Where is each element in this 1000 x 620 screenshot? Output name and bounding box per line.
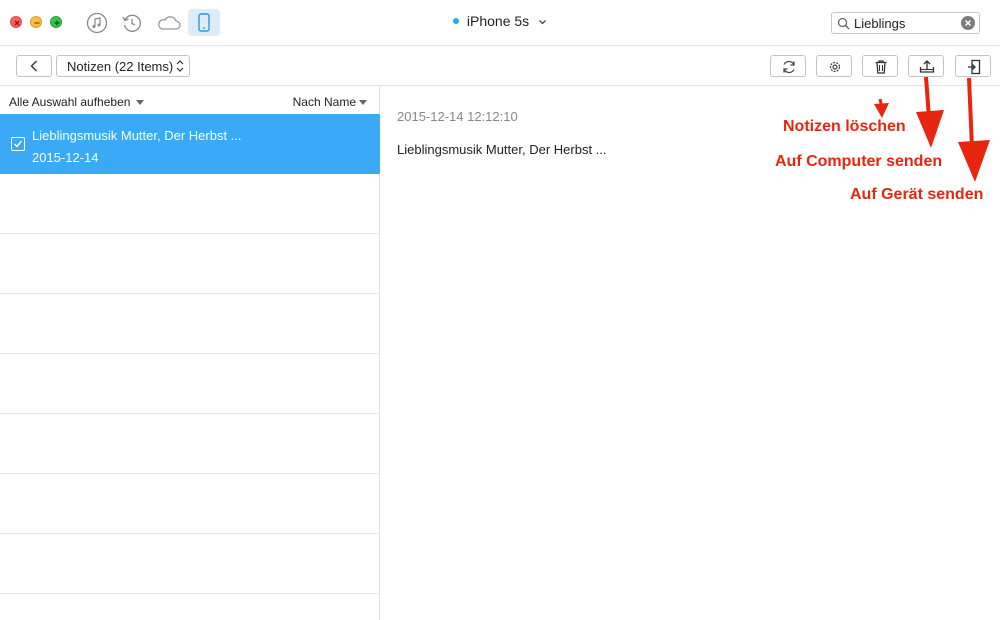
category-label: Notizen (22 Items) [67, 59, 174, 74]
item-checkbox[interactable] [11, 137, 25, 151]
close-icon [14, 20, 20, 26]
note-text: Lieblingsmusik Mutter, Der Herbst ... [397, 142, 607, 157]
import-to-device-button[interactable] [955, 55, 991, 77]
annotation-to-device: Auf Gerät senden [850, 186, 984, 203]
device-button[interactable] [188, 9, 220, 36]
list-header: Alle Auswahl aufheben Nach Name [0, 86, 380, 114]
export-to-computer-icon [919, 60, 935, 73]
import-to-device-icon [968, 59, 981, 75]
device-connected-dot [452, 18, 459, 25]
chevron-left-icon [30, 60, 37, 72]
item-date: 2015-12-14 [32, 150, 99, 165]
list-item[interactable]: Lieblingsmusik Mutter, Der Herbst ... 20… [0, 114, 380, 174]
delete-button[interactable] [862, 55, 898, 77]
checkmark-icon [14, 140, 23, 148]
device-dropdown[interactable]: iPhone 5s [452, 13, 547, 29]
trash-icon [875, 60, 887, 74]
chevron-down-icon [539, 20, 547, 25]
search-icon [837, 17, 850, 30]
clear-search-button[interactable] [961, 16, 975, 30]
clear-icon [964, 19, 972, 27]
caret-down-icon [359, 100, 367, 106]
backup-button[interactable] [120, 11, 144, 35]
gear-icon [829, 61, 841, 73]
annotation-delete: Notizen löschen [783, 118, 906, 135]
category-select[interactable]: Notizen (22 Items) [56, 55, 190, 77]
empty-row [0, 174, 380, 234]
caret-down-icon [136, 100, 145, 106]
music-note-icon [86, 12, 108, 34]
deselect-all-dropdown[interactable]: Alle Auswahl aufheben [9, 95, 145, 109]
maximize-icon [54, 20, 60, 26]
refresh-icon [783, 60, 795, 74]
annotation-to-computer: Auf Computer senden [775, 153, 943, 170]
toolbar: Notizen (22 Items) [0, 46, 1000, 86]
minimize-window-button[interactable] [30, 16, 42, 28]
notes-list-pane: Alle Auswahl aufheben Nach Name Liebling… [0, 86, 380, 620]
empty-row [0, 534, 380, 594]
empty-row [0, 354, 380, 414]
search-box [831, 12, 980, 34]
history-icon [122, 14, 141, 32]
updown-arrows-icon [176, 60, 184, 72]
search-input[interactable] [854, 15, 959, 31]
close-window-button[interactable] [10, 16, 22, 28]
empty-row [0, 474, 380, 534]
maximize-window-button[interactable] [50, 16, 62, 28]
icloud-button[interactable] [155, 11, 183, 35]
empty-row [0, 234, 380, 294]
export-to-computer-button[interactable] [908, 55, 944, 77]
empty-row [0, 414, 380, 474]
settings-button[interactable] [816, 55, 852, 77]
sort-label: Nach Name [292, 95, 356, 109]
back-button[interactable] [16, 55, 52, 77]
note-timestamp: 2015-12-14 12:12:10 [397, 109, 518, 124]
title-bar: iPhone 5s [0, 0, 1000, 46]
cloud-icon [158, 16, 181, 30]
sort-dropdown[interactable]: Nach Name [293, 95, 367, 109]
deselect-all-label: Alle Auswahl aufheben [9, 95, 131, 109]
device-name: iPhone 5s [466, 13, 530, 29]
minimize-icon [34, 22, 40, 24]
empty-row [0, 294, 380, 354]
item-title: Lieblingsmusik Mutter, Der Herbst ... [32, 128, 242, 143]
itunes-library-button[interactable] [85, 11, 109, 35]
refresh-button[interactable] [770, 55, 806, 77]
phone-icon [198, 13, 210, 32]
